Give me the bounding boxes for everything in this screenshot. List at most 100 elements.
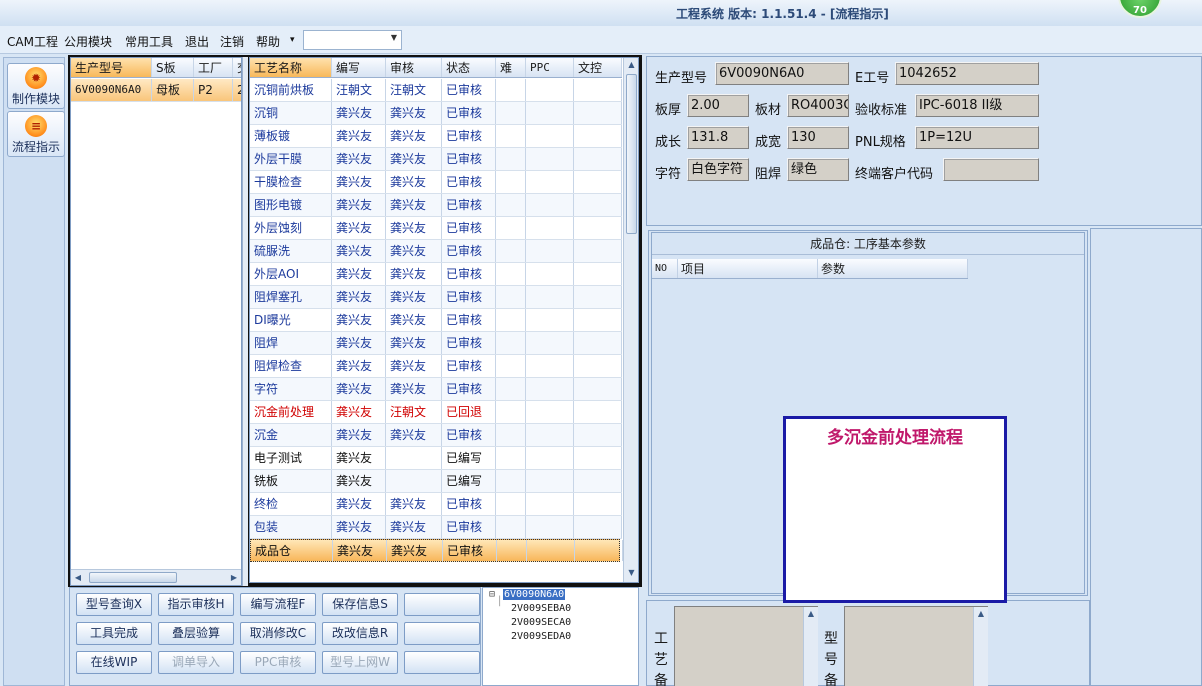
field-length[interactable]: 131.8: [687, 126, 749, 149]
table-row[interactable]: 沉铜前烘板 汪朝文 汪朝文 已审核: [250, 79, 622, 102]
table-row[interactable]: 字符 龚兴友 龚兴友 已审核: [250, 378, 622, 401]
col-param[interactable]: 参数: [818, 259, 968, 278]
table-row[interactable]: 外层蚀刻 龚兴友 龚兴友 已审核: [250, 217, 622, 240]
cell-ppc: [526, 355, 574, 377]
sidebar-item-make-module[interactable]: ✹ 制作模块: [7, 63, 65, 109]
table-row[interactable]: 外层干膜 龚兴友 龚兴友 已审核: [250, 148, 622, 171]
menu-exit[interactable]: 退出: [185, 33, 209, 50]
table-row[interactable]: 硫脲洗 龚兴友 龚兴友 已审核: [250, 240, 622, 263]
col-ppc[interactable]: PPC: [526, 58, 574, 77]
col-status[interactable]: 状态: [442, 58, 496, 77]
col-doc-control[interactable]: 文控: [574, 58, 622, 77]
menu-logout[interactable]: 注销: [220, 33, 244, 50]
col-reviewer[interactable]: 审核: [386, 58, 442, 77]
field-standard[interactable]: IPC-6018 II级: [915, 94, 1039, 117]
table-row[interactable]: 阻焊 龚兴友 龚兴友 已审核: [250, 332, 622, 355]
table-row[interactable]: DI曝光 龚兴友 龚兴友 已审核: [250, 309, 622, 332]
action-button-2[interactable]: 指示审核H: [158, 593, 234, 616]
col-factory[interactable]: 工厂: [194, 58, 233, 77]
scroll-thumb[interactable]: [89, 572, 177, 583]
menu-help[interactable]: 帮助: [256, 33, 280, 50]
table-row[interactable]: 沉铜 龚兴友 龚兴友 已审核: [250, 102, 622, 125]
table-row[interactable]: 沉金前处理 龚兴友 汪朝文 已回退: [250, 401, 622, 424]
scroll-left-icon[interactable]: ◀: [71, 570, 85, 585]
field-customer[interactable]: [943, 158, 1039, 181]
process-grid-vscroll[interactable]: ▲ ▼: [623, 58, 638, 582]
menu-combo-select[interactable]: ▼: [303, 30, 402, 50]
scroll-down-icon[interactable]: ▼: [624, 566, 638, 580]
col-delivery[interactable]: 交: [233, 58, 241, 77]
table-row[interactable]: 薄板镀 龚兴友 龚兴友 已审核: [250, 125, 622, 148]
col-process-name[interactable]: 工艺名称: [250, 58, 332, 77]
field-e-no[interactable]: 1042652: [895, 62, 1039, 85]
table-row[interactable]: 终检 龚兴友 龚兴友 已审核: [250, 493, 622, 516]
col-writer[interactable]: 编写: [332, 58, 386, 77]
menu-common-module[interactable]: 公用模块: [64, 33, 112, 50]
tree-child-node[interactable]: 2V009SEBA0: [511, 603, 571, 614]
action-button-8[interactable]: 取消修改C: [240, 622, 316, 645]
process-note-scroll[interactable]: ▲: [803, 607, 818, 686]
scroll-thumb[interactable]: [626, 74, 637, 234]
table-row[interactable]: 图形电镀 龚兴友 龚兴友 已审核: [250, 194, 622, 217]
tree-child-node[interactable]: 2V009SECA0: [511, 617, 571, 628]
table-row[interactable]: 成品仓 龚兴友 龚兴友 已审核: [250, 539, 623, 562]
menu-common-tools[interactable]: 常用工具: [125, 33, 173, 50]
col-difficulty[interactable]: 难: [496, 58, 526, 77]
scroll-right-icon[interactable]: ▶: [227, 570, 241, 585]
table-row[interactable]: 电子测试 龚兴友 已编写: [250, 447, 622, 470]
table-row[interactable]: 铣板 龚兴友 已编写: [250, 470, 622, 493]
sidebar-item-flow-guide[interactable]: ≡ 流程指示: [7, 111, 65, 157]
action-button-9[interactable]: 改改信息R: [322, 622, 398, 645]
action-button-13[interactable]: PPC审核: [240, 651, 316, 674]
action-button-6[interactable]: 工具完成: [76, 622, 152, 645]
field-pnl[interactable]: 1P=12U: [915, 126, 1039, 149]
cell-writer: 龚兴友: [332, 401, 386, 423]
tree-collapse-icon[interactable]: ⊟: [489, 589, 495, 600]
scroll-up-icon[interactable]: ▲: [974, 607, 988, 621]
model-note-field[interactable]: [844, 606, 988, 686]
action-button-1[interactable]: 型号查询X: [76, 593, 152, 616]
field-product-model[interactable]: 6V0090N6A0: [715, 62, 849, 85]
model-note-scroll[interactable]: ▲: [973, 607, 988, 686]
action-button-11[interactable]: 在线WIP: [76, 651, 152, 674]
menu-more-icon[interactable]: ▾: [290, 35, 295, 45]
field-material[interactable]: RO4003C: [787, 94, 849, 117]
col-product-model[interactable]: 生产型号: [71, 58, 152, 77]
tree-child-node[interactable]: 2V009SEDA0: [511, 631, 571, 642]
action-button-5[interactable]: [404, 593, 480, 616]
action-button-3[interactable]: 编写流程F: [240, 593, 316, 616]
col-item[interactable]: 项目: [678, 259, 818, 278]
action-button-7[interactable]: 叠层验算: [158, 622, 234, 645]
table-row[interactable]: 包装 龚兴友 龚兴友 已审核: [250, 516, 622, 539]
splitter-handle[interactable]: [242, 57, 248, 586]
action-button-14[interactable]: 型号上网W: [322, 651, 398, 674]
field-thickness[interactable]: 2.00: [687, 94, 749, 117]
table-row[interactable]: 6V0090N6A0 母板 P2 2: [71, 79, 241, 102]
scroll-up-icon[interactable]: ▲: [804, 607, 818, 621]
table-row[interactable]: 干膜检查 龚兴友 龚兴友 已审核: [250, 171, 622, 194]
tree-root-node[interactable]: 6V0090N6A0: [503, 589, 566, 600]
field-char[interactable]: 白色字符: [687, 158, 749, 181]
menu-cam[interactable]: CAM工程: [7, 33, 58, 50]
scroll-up-icon[interactable]: ▲: [624, 58, 638, 72]
table-row[interactable]: 沉金 龚兴友 龚兴友 已审核: [250, 424, 622, 447]
col-no[interactable]: NO: [652, 259, 678, 278]
action-button-10[interactable]: [404, 622, 480, 645]
action-button-4[interactable]: 保存信息S: [322, 593, 398, 616]
field-mask[interactable]: 绿色: [787, 158, 849, 181]
process-note-field[interactable]: [674, 606, 818, 686]
flow-popup[interactable]: 多沉金前处理流程: [783, 416, 1007, 603]
process-grid-header: 工艺名称 编写 审核 状态 难 PPC 文控: [250, 58, 622, 78]
table-row[interactable]: 阻焊检查 龚兴友 龚兴友 已审核: [250, 355, 622, 378]
table-row[interactable]: 外层AOI 龚兴友 龚兴友 已审核: [250, 263, 622, 286]
cell-writer: 龚兴友: [332, 470, 386, 492]
action-button-12[interactable]: 调单导入: [158, 651, 234, 674]
cell-ppc: [526, 401, 574, 423]
table-row[interactable]: 阻焊塞孔 龚兴友 龚兴友 已审核: [250, 286, 622, 309]
col-s-board[interactable]: S板: [152, 58, 194, 77]
product-grid-hscroll[interactable]: ◀ ▶: [71, 569, 241, 585]
field-width[interactable]: 130: [787, 126, 849, 149]
action-button-15[interactable]: [404, 651, 480, 674]
status-badge[interactable]: 70: [1118, 0, 1162, 18]
sidebar-item-label: 流程指示: [11, 140, 60, 154]
